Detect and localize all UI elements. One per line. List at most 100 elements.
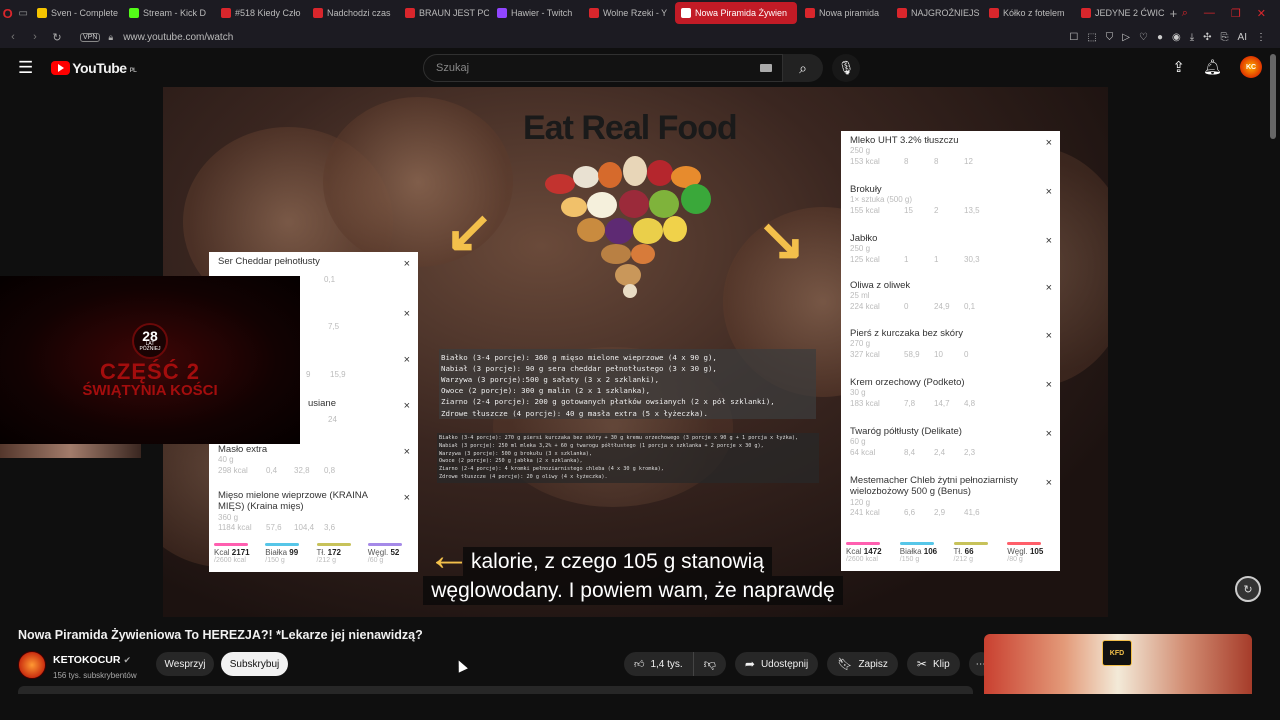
browser-tab[interactable]: Nadchodzi czas	[307, 2, 397, 24]
search-button[interactable]: ⌕	[783, 54, 823, 82]
channel-name[interactable]: KETOKOCUR	[53, 654, 120, 666]
account-avatar[interactable]: KC	[1240, 56, 1262, 78]
remove-item-icon[interactable]: ×	[1046, 137, 1052, 149]
channel-avatar[interactable]	[18, 651, 46, 679]
macro-stat: Kcal 2171/2600 kcal	[214, 540, 259, 572]
browser-tab[interactable]: Stream - Kick D	[123, 2, 213, 24]
close-window-icon[interactable]: ✕	[1257, 7, 1266, 20]
ai-button[interactable]: AI	[1238, 32, 1247, 43]
remove-item-icon[interactable]: ×	[404, 492, 410, 504]
food-item: Oliwa z oliwek 25 ml 224 kcal 0 24,9 0,1 ×	[841, 276, 1060, 324]
tab-favicon-icon	[496, 8, 507, 18]
opera-menu-icon[interactable]: O	[0, 2, 15, 24]
diet-line-small: Warzywa (3 porcje): 500 g brokułu (3 x s…	[439, 450, 593, 457]
dislike-button[interactable]: 👎︎	[694, 652, 726, 676]
recommended-video-thumbnail[interactable]: KFD	[984, 634, 1252, 694]
remove-item-icon[interactable]: ×	[1046, 330, 1052, 342]
browser-tab[interactable]: Wolne Rzeki - Y	[583, 2, 673, 24]
remove-item-icon[interactable]: ×	[404, 446, 410, 458]
like-dislike-group: 👍︎ 1,4 tys. 👎︎	[624, 652, 726, 676]
food-value: 0,1	[324, 275, 336, 285]
remove-item-icon[interactable]: ×	[1046, 282, 1052, 294]
play-icon[interactable]: ▷	[1122, 32, 1130, 43]
browser-tab[interactable]: NAJGROŹNIEJS	[891, 2, 981, 24]
browser-tab[interactable]: Sven - Complete	[31, 2, 121, 24]
upload-icon[interactable]: ⇪	[1172, 58, 1185, 76]
browser-tab[interactable]: JEDYNE 2 ĆWIC	[1075, 2, 1165, 24]
minimize-icon[interactable]: —	[1204, 7, 1215, 20]
browser-tab[interactable]: Nowa piramida	[799, 2, 889, 24]
like-button[interactable]: 👍︎ 1,4 tys.	[624, 652, 694, 676]
forward-icon[interactable]: ›	[26, 31, 44, 43]
tab-label: Hawier - Twitch	[510, 8, 573, 18]
download-icon[interactable]: ⤓	[1190, 32, 1194, 43]
description-box[interactable]	[18, 686, 973, 694]
page-scrollbar[interactable]	[1270, 54, 1276, 139]
picture-in-picture-video[interactable]: 28 LAT PÓŹNIEJ CZĘŚĆ 2 ŚWIĄTYNIA KOŚCI	[0, 276, 300, 444]
remove-item-icon[interactable]: ×	[404, 258, 410, 270]
food-portion: 250 g	[850, 244, 871, 254]
remove-item-icon[interactable]: ×	[1046, 186, 1052, 198]
tab-favicon-icon	[588, 8, 599, 18]
remove-item-icon[interactable]: ×	[404, 400, 410, 412]
maximize-icon[interactable]: ❐	[1231, 7, 1241, 20]
remove-item-icon[interactable]: ×	[1046, 235, 1052, 247]
url-field[interactable]: www.youtube.com/watch	[123, 32, 233, 43]
browser-tab[interactable]: BRAUN JEST PO	[399, 2, 489, 24]
share-icon[interactable]: ⎘	[1221, 32, 1229, 43]
extension-icon-a[interactable]: ●	[1157, 32, 1163, 43]
region-code: PL	[129, 68, 137, 74]
browser-tab[interactable]: Nowa Piramida Żywien	[674, 2, 797, 24]
keyboard-icon[interactable]	[760, 64, 772, 72]
bookmark-icon[interactable]: ☐	[1069, 32, 1078, 43]
youtube-logo[interactable]: YouTube PL	[51, 60, 137, 76]
remove-item-icon[interactable]: ×	[1046, 477, 1052, 489]
shield-icon[interactable]: ⛉	[1106, 32, 1114, 43]
search-input[interactable]	[436, 62, 736, 74]
tab-label: NAJGROŹNIEJS	[910, 8, 980, 18]
browser-tab[interactable]: Kółko z fotelem	[983, 2, 1073, 24]
food-value: 2,9	[934, 508, 946, 518]
menu-icon[interactable]: ⋮	[1256, 32, 1266, 43]
notifications-bell-icon[interactable]: 🔔︎	[1203, 58, 1222, 76]
tab-label: Nadchodzi czas	[326, 8, 391, 18]
search-tabs-icon[interactable]: ⌕	[1182, 7, 1188, 20]
food-value: 0,1	[964, 301, 976, 311]
voice-search-button[interactable]: 🎙︎	[832, 54, 860, 82]
tab-label: Stream - Kick D	[142, 8, 206, 18]
remove-item-icon[interactable]: ×	[404, 308, 410, 320]
vpn-badge[interactable]: VPN	[80, 32, 101, 42]
food-value: 4,8	[964, 398, 976, 408]
share-button[interactable]: ➦ Udostępnij	[734, 652, 819, 676]
video-player[interactable]: Eat Real Food ↙ ↘ Białko (3-4 porcje): 3…	[163, 87, 1108, 617]
hamburger-menu-icon[interactable]: ☰	[18, 58, 33, 78]
subtitle-line-1: kalorie, z czego 105 g stanowią	[463, 547, 773, 576]
snapshot-icon[interactable]: ⬚	[1087, 32, 1096, 43]
browser-tab[interactable]: Hawier - Twitch	[491, 2, 581, 24]
subscribe-button[interactable]: Subskrybuj	[221, 652, 288, 676]
puzzle-icon[interactable]: ✣	[1203, 32, 1211, 43]
autoplay-icon[interactable]: ↻	[1235, 576, 1261, 602]
food-item: Mestemacher Chleb żytni pełnoziarnisty w…	[841, 471, 1060, 531]
support-button[interactable]: Wesprzyj	[156, 652, 214, 676]
tab-favicon-icon	[128, 8, 139, 18]
clip-button[interactable]: ✂ Klip	[906, 652, 960, 676]
remove-item-icon[interactable]: ×	[1046, 428, 1052, 440]
workspaces-icon[interactable]: ▭	[15, 2, 30, 24]
browser-tab[interactable]: #518 Kiedy Czło	[215, 2, 305, 24]
heart-icon[interactable]: ♡	[1139, 32, 1148, 43]
pip-part-title: CZĘŚĆ 2	[100, 358, 200, 384]
reload-icon[interactable]: ↻	[48, 31, 66, 44]
macro-label: Białka	[899, 547, 922, 556]
extension-icon-b[interactable]: ◉	[1172, 32, 1181, 43]
search-box	[423, 54, 783, 82]
food-value: 1184 kcal	[218, 523, 252, 533]
back-icon[interactable]: ‹	[4, 31, 22, 43]
food-value: 3,6	[324, 523, 336, 533]
lock-icon[interactable]: 🔒︎	[108, 32, 113, 43]
macro-value: 66	[964, 547, 974, 556]
save-button[interactable]: 🔖︎ Zapisz	[827, 652, 898, 676]
remove-item-icon[interactable]: ×	[404, 354, 410, 366]
remove-item-icon[interactable]: ×	[1046, 379, 1052, 391]
new-tab-button[interactable]: +	[1165, 2, 1182, 24]
